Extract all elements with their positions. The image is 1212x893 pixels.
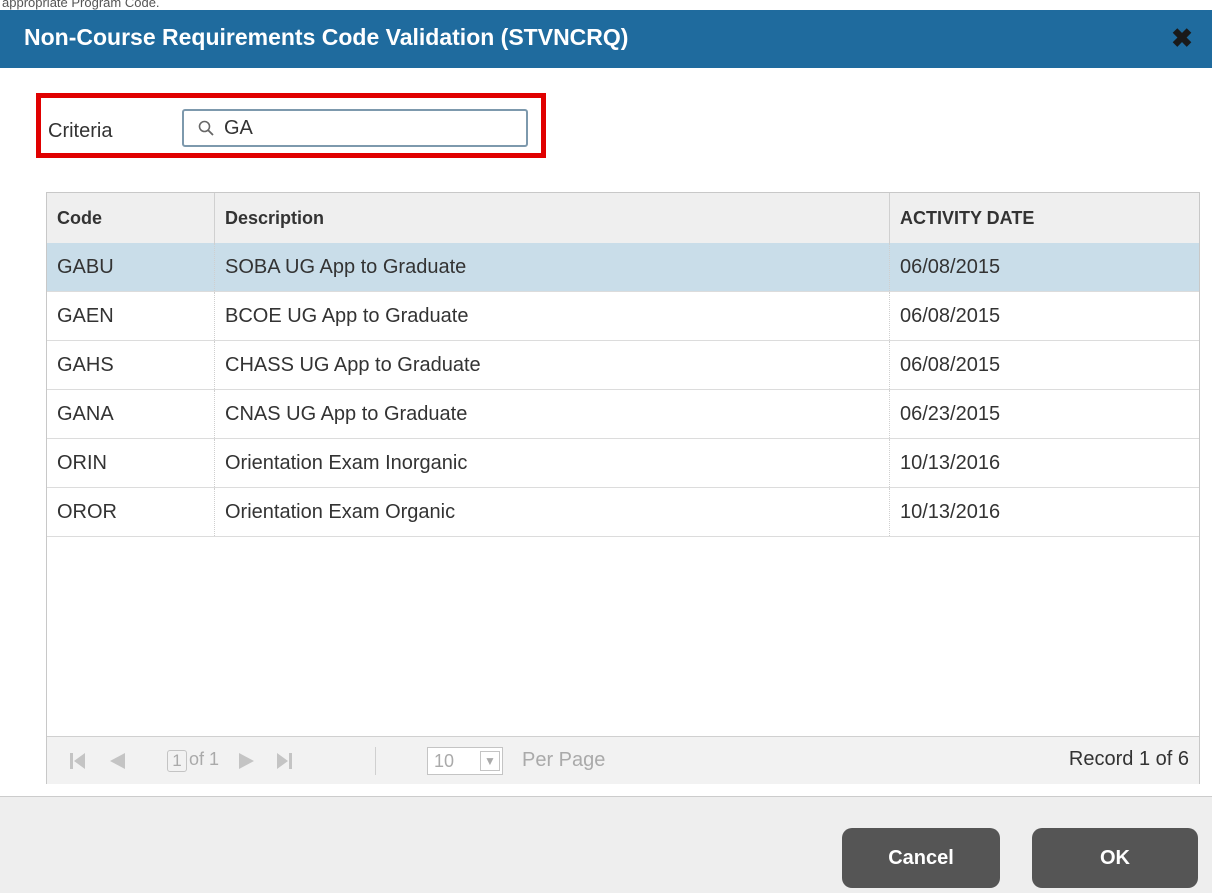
table-row[interactable]: ORIN Orientation Exam Inorganic 10/13/20… <box>47 439 1199 488</box>
page-number-field[interactable]: 1 <box>167 750 187 772</box>
next-page-icon[interactable] <box>237 750 257 772</box>
criteria-search-input[interactable]: GA <box>182 109 528 147</box>
column-header-description[interactable]: Description <box>215 193 889 243</box>
grid-header: Code Description ACTIVITY DATE <box>47 193 1199 244</box>
last-page-icon[interactable] <box>275 750 293 772</box>
cancel-button[interactable]: Cancel <box>842 828 1000 888</box>
table-row[interactable]: GABU SOBA UG App to Graduate 06/08/2015 <box>47 243 1199 292</box>
cell-code: GAHS <box>57 354 114 376</box>
cell-description: Orientation Exam Inorganic <box>225 452 468 474</box>
background-caption: appropriate Program Code. <box>2 0 160 10</box>
previous-page-icon[interactable] <box>107 750 127 772</box>
cell-activity-date: 06/08/2015 <box>900 354 1001 376</box>
table-row[interactable]: GAEN BCOE UG App to Graduate 06/08/2015 <box>47 292 1199 341</box>
column-header-code[interactable]: Code <box>47 193 214 243</box>
table-row[interactable]: OROR Orientation Exam Organic 10/13/2016 <box>47 488 1199 537</box>
criteria-label: Criteria <box>48 120 113 142</box>
cell-activity-date: 10/13/2016 <box>900 501 1001 523</box>
cell-description: BCOE UG App to Graduate <box>225 305 469 327</box>
pager-divider <box>375 747 376 775</box>
ok-button[interactable]: OK <box>1032 828 1198 888</box>
cell-code: GANA <box>57 403 114 425</box>
criteria-search-value[interactable]: GA <box>224 117 253 140</box>
cell-description: CHASS UG App to Graduate <box>225 354 481 376</box>
cell-description: CNAS UG App to Graduate <box>225 403 468 425</box>
cell-code: GAEN <box>57 305 114 327</box>
validation-dialog: Non-Course Requirements Code Validation … <box>0 10 1212 893</box>
per-page-select[interactable]: 10 ▼ <box>427 747 503 775</box>
table-row[interactable]: GANA CNAS UG App to Graduate 06/23/2015 <box>47 390 1199 439</box>
cell-description: SOBA UG App to Graduate <box>225 256 467 278</box>
cell-code: GABU <box>57 256 114 278</box>
dialog-titlebar: Non-Course Requirements Code Validation … <box>0 10 1212 68</box>
dialog-footer: Cancel OK <box>0 796 1212 893</box>
page-count-label: of 1 <box>189 749 220 769</box>
chevron-down-icon[interactable]: ▼ <box>480 751 500 771</box>
close-icon[interactable]: ✖ <box>1168 22 1196 54</box>
per-page-label: Per Page <box>522 749 606 771</box>
column-header-activity-date[interactable]: ACTIVITY DATE <box>890 193 1199 243</box>
cell-code: OROR <box>57 501 117 523</box>
cell-code: ORIN <box>57 452 107 474</box>
cell-activity-date: 06/08/2015 <box>900 305 1001 327</box>
search-icon <box>198 120 214 136</box>
cell-activity-date: 06/23/2015 <box>900 403 1001 425</box>
cell-description: Orientation Exam Organic <box>225 501 456 523</box>
dialog-title: Non-Course Requirements Code Validation … <box>24 24 629 50</box>
table-row[interactable]: GAHS CHASS UG App to Graduate 06/08/2015 <box>47 341 1199 390</box>
pagination-bar: 1 of 1 10 ▼ Per Page Record 1 of 6 <box>47 736 1199 784</box>
first-page-icon[interactable] <box>69 750 87 772</box>
cell-activity-date: 06/08/2015 <box>900 256 1001 278</box>
record-count-label: Record 1 of 6 <box>1068 748 1189 770</box>
cell-activity-date: 10/13/2016 <box>900 452 1001 474</box>
per-page-value: 10 <box>434 751 455 771</box>
results-grid: Code Description ACTIVITY DATE GABU SOBA… <box>46 192 1200 784</box>
